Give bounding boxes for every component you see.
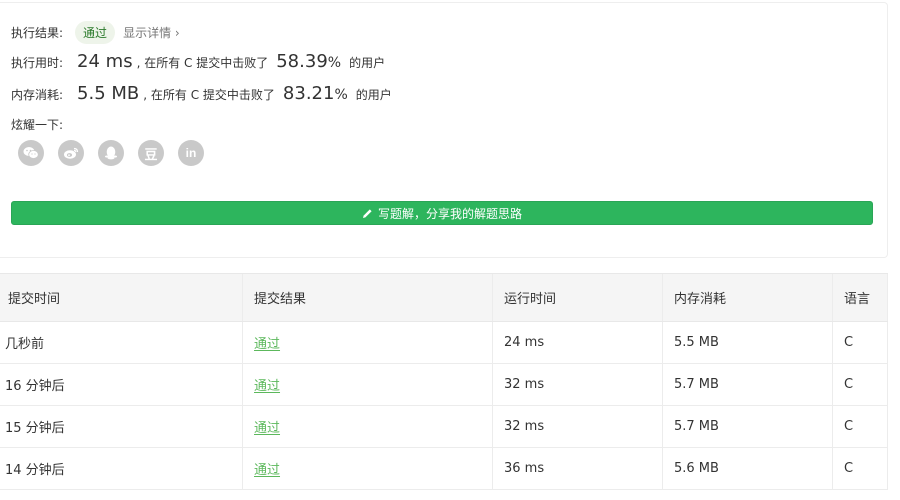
result-link[interactable]: 通过 bbox=[254, 375, 280, 394]
memory-users-text: 的用户 bbox=[355, 88, 392, 102]
row-time: 15 分钟后 bbox=[0, 406, 243, 447]
result-link[interactable]: 通过 bbox=[254, 459, 280, 478]
runtime-label: 执行用时: bbox=[11, 56, 64, 70]
memory-percent-symbol: % bbox=[334, 87, 348, 103]
memory-row: 内存消耗: 5.5 MB , 在所有 C 提交中击败了 83.21 % 的用户 bbox=[11, 83, 392, 104]
result-status-badge[interactable]: 通过 bbox=[75, 21, 116, 44]
row-memory: 5.7 MB bbox=[663, 406, 833, 447]
row-time: 16 分钟后 bbox=[0, 364, 243, 405]
share-buttons: 豆 in bbox=[18, 140, 204, 166]
row-memory: 5.5 MB bbox=[663, 322, 833, 363]
result-link[interactable]: 通过 bbox=[254, 333, 280, 352]
memory-label: 内存消耗: bbox=[11, 88, 64, 102]
row-time: 几秒前 bbox=[0, 322, 243, 363]
row-runtime: 32 ms bbox=[493, 364, 663, 405]
runtime-users-text: 的用户 bbox=[349, 56, 386, 70]
result-row: 执行结果: 通过 显示详情 › bbox=[11, 21, 180, 44]
result-label: 执行结果: bbox=[11, 26, 64, 40]
runtime-value: 24 ms bbox=[77, 51, 133, 72]
share-label-row: 炫耀一下: bbox=[11, 116, 63, 133]
row-result: 通过 bbox=[243, 364, 493, 405]
header-language[interactable]: 语言 bbox=[833, 274, 888, 321]
qq-icon[interactable] bbox=[98, 140, 124, 166]
table-row: 15 分钟后 通过 32 ms 5.7 MB C bbox=[0, 406, 888, 448]
submissions-table: 提交时间 提交结果 运行时间 内存消耗 语言 几秒前 通过 24 ms 5.5 … bbox=[0, 273, 888, 490]
linkedin-icon[interactable]: in bbox=[178, 140, 204, 166]
row-time: 14 分钟后 bbox=[0, 448, 243, 489]
douban-icon-text: 豆 bbox=[144, 146, 158, 162]
table-header: 提交时间 提交结果 运行时间 内存消耗 语言 bbox=[0, 274, 888, 322]
wechat-icon[interactable] bbox=[18, 140, 44, 166]
memory-percent: 83.21 bbox=[282, 83, 335, 104]
row-result: 通过 bbox=[243, 406, 493, 447]
memory-value: 5.5 MB bbox=[77, 83, 140, 104]
row-language: C bbox=[833, 448, 888, 489]
row-result: 通过 bbox=[243, 448, 493, 489]
header-submit-time[interactable]: 提交时间 bbox=[0, 274, 243, 321]
row-runtime: 36 ms bbox=[493, 448, 663, 489]
write-solution-label: 写题解，分享我的解题思路 bbox=[377, 206, 522, 221]
row-language: C bbox=[833, 364, 888, 405]
runtime-percent-symbol: % bbox=[327, 55, 342, 71]
row-runtime: 24 ms bbox=[493, 322, 663, 363]
show-details-link[interactable]: 显示详情 › bbox=[123, 24, 180, 41]
row-memory: 5.7 MB bbox=[663, 364, 833, 405]
share-label: 炫耀一下: bbox=[11, 118, 64, 132]
row-language: C bbox=[833, 406, 888, 447]
douban-icon[interactable]: 豆 bbox=[138, 140, 164, 166]
result-link[interactable]: 通过 bbox=[254, 417, 280, 436]
table-row: 14 分钟后 通过 36 ms 5.6 MB C bbox=[0, 448, 888, 490]
header-runtime[interactable]: 运行时间 bbox=[493, 274, 663, 321]
row-result: 通过 bbox=[243, 322, 493, 363]
row-runtime: 32 ms bbox=[493, 406, 663, 447]
table-row: 16 分钟后 通过 32 ms 5.7 MB C bbox=[0, 364, 888, 406]
submission-result-card: 执行结果: 通过 显示详情 › 执行用时: 24 ms , 在所有 C 提交中击… bbox=[0, 2, 888, 258]
write-solution-button[interactable]: 写题解，分享我的解题思路 bbox=[11, 201, 873, 225]
pencil-icon bbox=[362, 208, 373, 219]
header-submit-result[interactable]: 提交结果 bbox=[243, 274, 493, 321]
linkedin-icon-text: in bbox=[185, 146, 197, 160]
memory-beat-text: , 在所有 C 提交中击败了 bbox=[143, 88, 275, 102]
table-row: 几秒前 通过 24 ms 5.5 MB C bbox=[0, 322, 888, 364]
row-memory: 5.6 MB bbox=[663, 448, 833, 489]
header-memory[interactable]: 内存消耗 bbox=[663, 274, 833, 321]
row-language: C bbox=[833, 322, 888, 363]
runtime-beat-text: , 在所有 C 提交中击败了 bbox=[136, 56, 269, 70]
runtime-percent: 58.39 bbox=[276, 51, 328, 72]
weibo-icon[interactable] bbox=[58, 140, 84, 166]
runtime-row: 执行用时: 24 ms , 在所有 C 提交中击败了 58.39 % 的用户 bbox=[11, 51, 385, 72]
